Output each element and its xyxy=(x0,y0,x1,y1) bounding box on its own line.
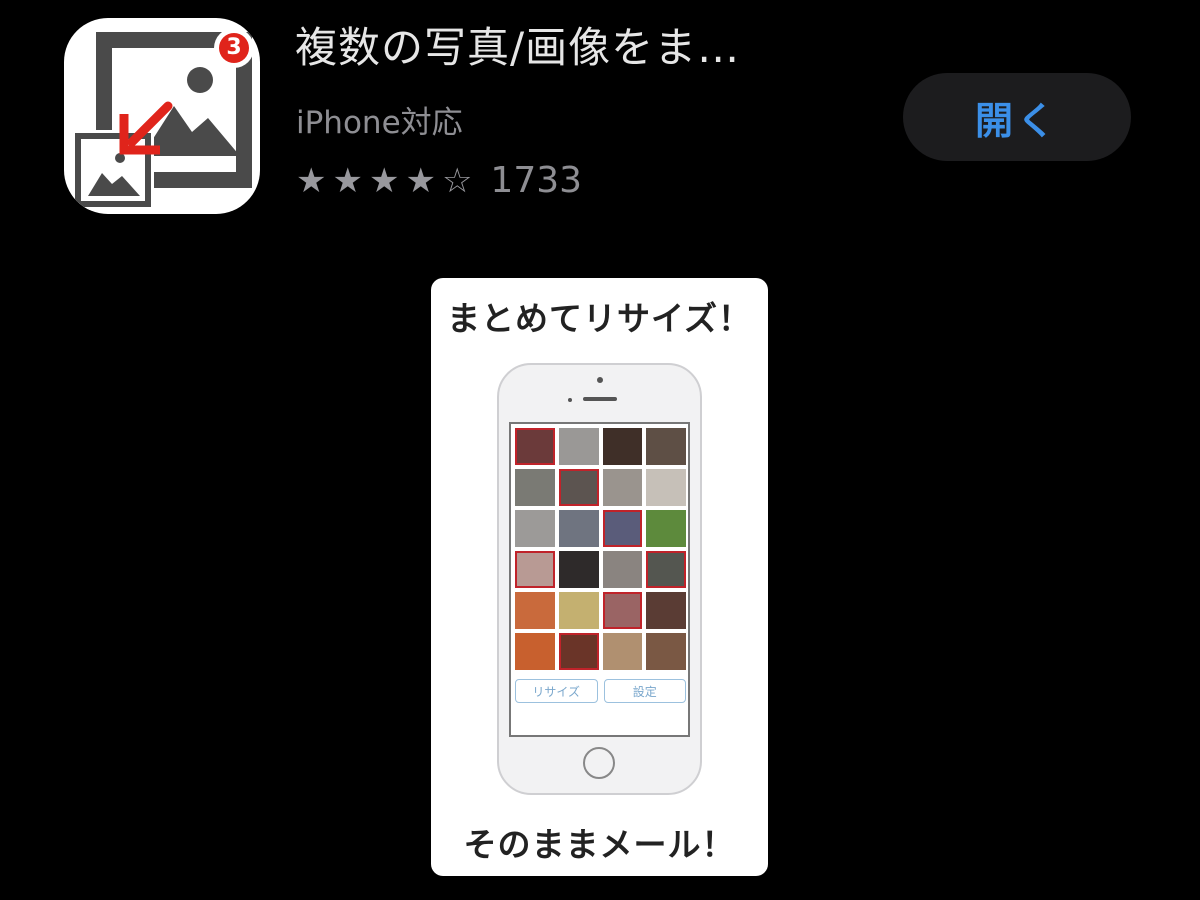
photo-thumbnail-selected xyxy=(558,469,599,506)
star-empty-icon: ☆ xyxy=(441,160,473,201)
photo-thumbnail-selected xyxy=(515,428,555,465)
star-filled-icon: ★ xyxy=(332,160,363,201)
photo-thumbnail-selected xyxy=(602,510,643,547)
rating-count: 1733 xyxy=(490,160,583,201)
photo-thumbnail xyxy=(646,633,686,670)
open-button[interactable]: 開く xyxy=(903,73,1131,161)
phone-speaker xyxy=(583,397,617,401)
photo-thumbnail xyxy=(646,428,686,465)
photo-thumbnail xyxy=(515,469,555,506)
star-filled-icon: ★ xyxy=(368,160,400,201)
photo-thumbnail xyxy=(558,510,599,547)
photo-thumbnail xyxy=(646,469,686,506)
photo-thumbnail xyxy=(602,633,643,670)
caption-bottom: そのままメール！ xyxy=(463,825,736,864)
app-title[interactable]: 複数の写真/画像をま… xyxy=(295,14,740,75)
app-icon[interactable]: 3 xyxy=(64,18,260,214)
photo-grid xyxy=(515,428,686,670)
resize-button: リサイズ xyxy=(515,679,598,703)
phone-front-sensor xyxy=(597,377,603,383)
photo-thumbnail xyxy=(602,551,643,588)
phone-illustration: リサイズ 設定 xyxy=(497,363,702,795)
phone-camera xyxy=(568,398,572,402)
caption-top: まとめてリサイズ！ xyxy=(446,299,752,338)
settings-button: 設定 xyxy=(603,679,686,703)
photo-thumbnail-selected xyxy=(558,633,599,670)
photo-thumbnail xyxy=(602,469,643,506)
photo-thumbnail xyxy=(558,428,599,465)
sun-shape xyxy=(187,67,213,93)
photo-thumbnail-selected xyxy=(602,592,643,629)
photo-thumbnail xyxy=(646,592,686,629)
app-icon-badge-count: 3 xyxy=(226,35,242,60)
photo-thumbnail xyxy=(646,510,686,547)
photo-thumbnail xyxy=(515,510,555,547)
photo-thumbnail xyxy=(558,592,599,629)
phone-screen-buttons: リサイズ 設定 xyxy=(515,679,686,703)
app-subtitle: iPhone対応 xyxy=(296,105,463,141)
photo-thumbnail-selected xyxy=(646,551,686,588)
photo-thumbnail xyxy=(515,592,555,629)
photo-thumbnail-selected xyxy=(515,551,555,588)
photo-thumbnail xyxy=(558,551,599,588)
app-screenshot-preview[interactable]: まとめてリサイズ！ リサイズ 設定 そのままメール！ xyxy=(431,278,768,876)
photo-thumbnail xyxy=(602,428,643,465)
phone-home-button xyxy=(583,747,615,779)
star-filled-icon: ★ xyxy=(405,160,436,201)
rating: ★ ★ ★ ★ ☆ 1733 xyxy=(296,160,582,201)
phone-screen: リサイズ 設定 xyxy=(509,422,690,737)
photo-thumbnail xyxy=(515,633,555,670)
star-filled-icon: ★ xyxy=(296,160,327,201)
